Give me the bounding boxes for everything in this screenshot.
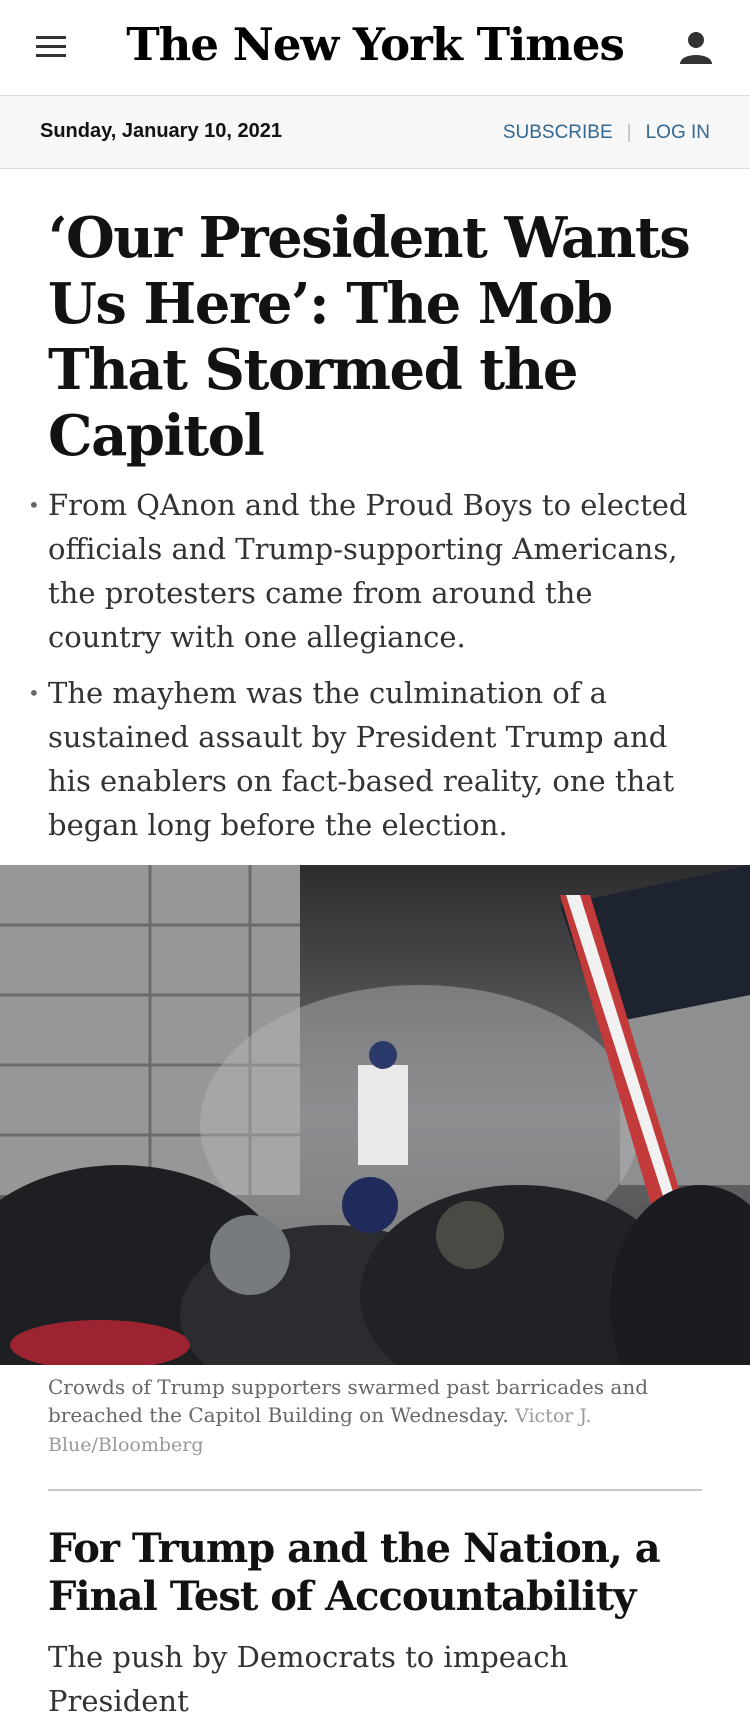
auth-separator: | bbox=[626, 122, 632, 143]
lead-summary-list: • From QAnon and the Proud Boys to electe… bbox=[28, 483, 702, 847]
date-bar: Sunday, January 10, 2021 SUBSCRIBE | LOG I… bbox=[0, 96, 750, 169]
summary-text: The mayhem was the culmination of a sust… bbox=[48, 676, 675, 842]
top-navigation-bar: The New York Times bbox=[0, 0, 750, 96]
photo-caption: Crowds of Trump supporters swarmed past … bbox=[0, 1365, 750, 1459]
masthead-logo[interactable]: The New York Times bbox=[0, 18, 750, 71]
second-headline[interactable]: For Trump and the Nation, a Final Test o… bbox=[48, 1525, 702, 1621]
section-divider bbox=[48, 1489, 702, 1491]
summary-text: From QAnon and the Proud Boys to elected… bbox=[48, 488, 688, 654]
bullet-icon: • bbox=[28, 493, 40, 517]
lead-story: ‘Our President Wants Us Here’: The Mob T… bbox=[0, 205, 750, 847]
second-summary: The push by Democrats to impeach Preside… bbox=[48, 1640, 569, 1718]
lead-headline[interactable]: ‘Our President Wants Us Here’: The Mob T… bbox=[48, 205, 702, 469]
auth-links: SUBSCRIBE | LOG IN bbox=[503, 122, 710, 144]
subscribe-link[interactable]: SUBSCRIBE bbox=[503, 122, 613, 143]
bullet-icon: • bbox=[28, 681, 40, 705]
summary-item: • The mayhem was the culmination of a sus… bbox=[28, 671, 702, 847]
summary-item: • From QAnon and the Proud Boys to electe… bbox=[28, 483, 702, 659]
second-story: For Trump and the Nation, a Final Test o… bbox=[0, 1525, 750, 1723]
user-account-icon[interactable] bbox=[680, 30, 712, 66]
lead-photo[interactable] bbox=[0, 865, 750, 1365]
current-date: Sunday, January 10, 2021 bbox=[40, 120, 282, 142]
login-link[interactable]: LOG IN bbox=[646, 122, 710, 143]
